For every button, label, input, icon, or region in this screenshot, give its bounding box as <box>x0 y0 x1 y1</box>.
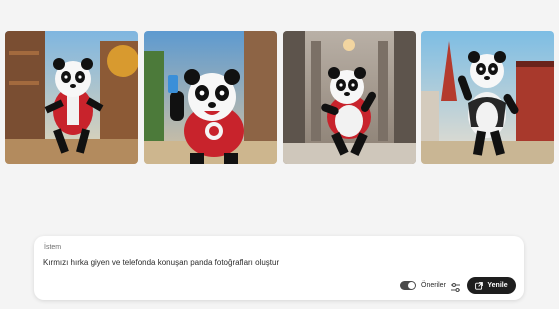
page: İstem Kırmızı hırka giyen ve telefonda k… <box>0 0 559 309</box>
suggestions-label: Öneriler <box>421 282 446 289</box>
panda-image-2 <box>144 31 277 164</box>
prompt-panel: İstem Kırmızı hırka giyen ve telefonda k… <box>34 236 524 300</box>
prompt-label: İstem <box>44 244 62 251</box>
prompt-input[interactable]: Kırmızı hırka giyen ve telefonda konuşan… <box>43 256 513 270</box>
image-gallery <box>5 31 554 164</box>
settings-sliders-icon[interactable] <box>450 280 461 292</box>
gallery-image-4[interactable] <box>421 31 554 164</box>
refresh-icon <box>475 281 484 290</box>
gallery-image-3[interactable] <box>283 31 416 164</box>
gallery-image-2[interactable] <box>144 31 277 164</box>
panda-image-3 <box>283 31 416 164</box>
panda-image-4 <box>421 31 554 164</box>
panda-image-1 <box>5 31 138 164</box>
refresh-label: Yenile <box>487 282 508 289</box>
gallery-image-1[interactable] <box>5 31 138 164</box>
suggestions-toggle[interactable] <box>400 281 416 290</box>
refresh-button[interactable]: Yenile <box>467 277 516 294</box>
toggle-knob <box>408 282 415 289</box>
